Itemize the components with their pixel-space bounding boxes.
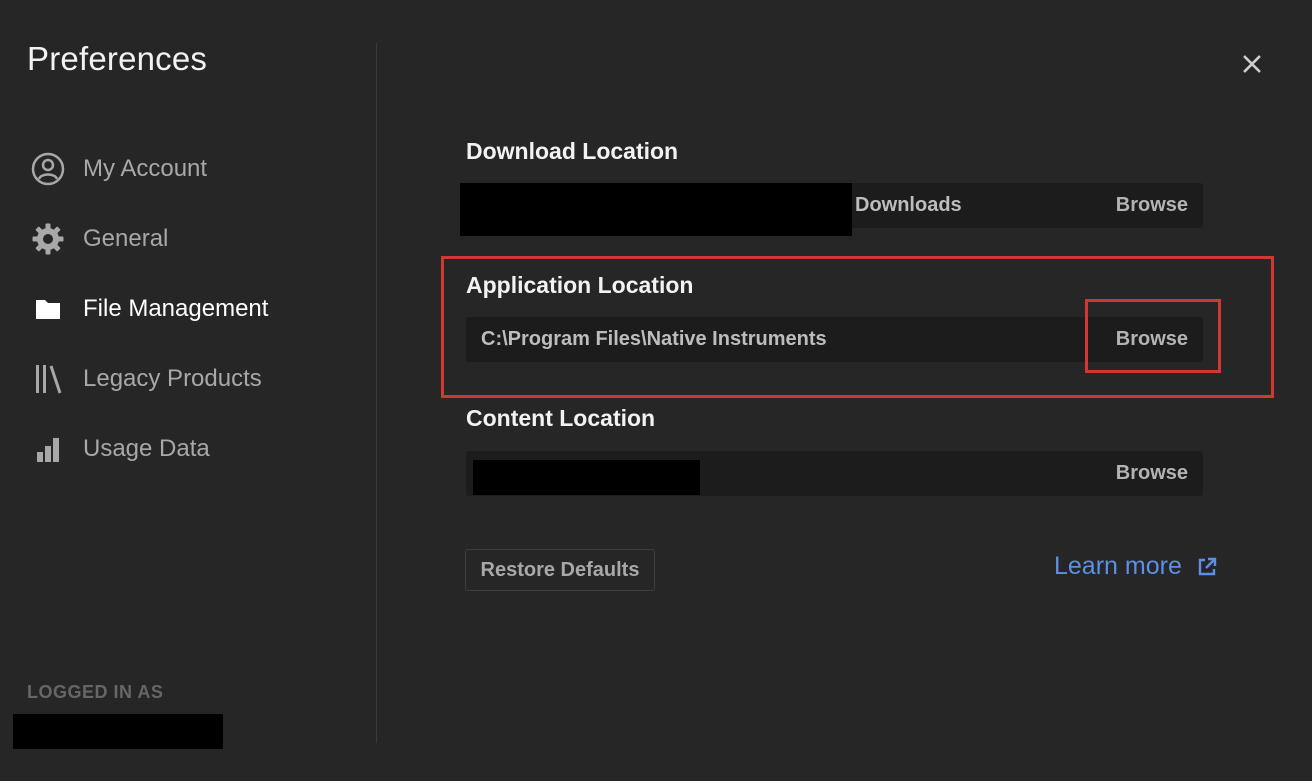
- close-icon[interactable]: [1240, 52, 1264, 76]
- sidebar-item-usage-data[interactable]: Usage Data: [30, 414, 268, 484]
- sidebar-item-label: Usage Data: [83, 435, 210, 462]
- account-icon: [30, 151, 66, 187]
- sidebar-item-label: File Management: [83, 295, 269, 322]
- external-link-icon: [1198, 557, 1217, 575]
- library-icon: [30, 361, 66, 397]
- sidebar-item-file-management[interactable]: File Management: [30, 274, 268, 344]
- application-location-value: C:\Program Files\Native Instruments: [481, 328, 827, 350]
- bar-chart-icon: [30, 431, 66, 467]
- redacted-download-path: [460, 183, 852, 236]
- application-location-title: Application Location: [466, 272, 694, 298]
- content-location-title: Content Location: [466, 405, 656, 431]
- sidebar-item-general[interactable]: General: [30, 204, 268, 274]
- content-browse-button[interactable]: Browse: [1116, 451, 1188, 496]
- learn-more-label: Learn more: [1054, 552, 1182, 580]
- browse-button-highlight: [1085, 299, 1221, 373]
- restore-defaults-button[interactable]: Restore Defaults: [465, 549, 655, 591]
- preferences-window: Preferences My Account General File Mana…: [0, 0, 1312, 781]
- sidebar-item-label: General: [83, 225, 169, 252]
- redacted-username: [13, 714, 223, 749]
- gear-icon: [30, 221, 66, 257]
- sidebar-divider: [376, 43, 377, 743]
- sidebar-item-label: My Account: [83, 155, 208, 182]
- sidebar-nav: My Account General File Management Legac…: [30, 134, 268, 484]
- sidebar-item-label: Legacy Products: [83, 365, 262, 392]
- page-title: Preferences: [27, 40, 208, 77]
- redacted-content-path: [473, 460, 700, 495]
- download-location-value: Downloads: [855, 194, 962, 216]
- download-location-title: Download Location: [466, 138, 679, 164]
- logged-in-label: LOGGED IN AS: [27, 682, 164, 702]
- sidebar-item-my-account[interactable]: My Account: [30, 134, 268, 204]
- download-browse-button[interactable]: Browse: [1116, 183, 1188, 228]
- learn-more-link[interactable]: Learn more: [1054, 552, 1218, 581]
- sidebar-item-legacy-products[interactable]: Legacy Products: [30, 344, 268, 414]
- folder-icon: [30, 291, 66, 327]
